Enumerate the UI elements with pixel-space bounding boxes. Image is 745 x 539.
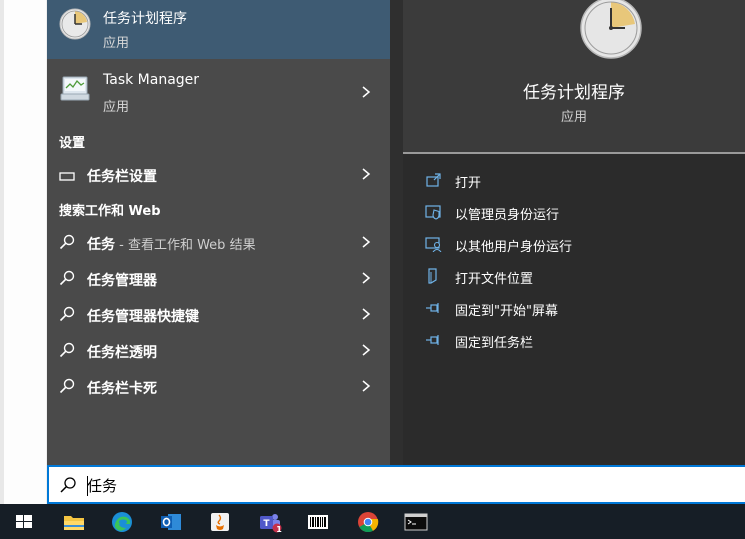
result-task-manager[interactable]: Task Manager 应用: [47, 59, 390, 123]
web-result-item[interactable]: 任务栏透明: [47, 334, 390, 368]
action-run-as-other-user[interactable]: 以其他用户身份运行: [425, 234, 725, 256]
edge-icon: [112, 512, 132, 532]
barcode-app-icon: [308, 515, 328, 529]
outlook-button[interactable]: [147, 504, 195, 539]
taskbar-settings-icon: [59, 168, 75, 181]
details-subtitle: 应用: [560, 110, 587, 125]
start-button[interactable]: [0, 504, 48, 539]
chrome-button[interactable]: [344, 504, 392, 539]
web-result-item[interactable]: 任务 - 查看工作和 Web 结果: [47, 226, 390, 260]
action-open-file-location[interactable]: 打开文件位置: [425, 266, 725, 288]
chevron-right-icon[interactable]: [360, 308, 372, 320]
chevron-right-icon[interactable]: [360, 380, 372, 392]
divider: [403, 152, 745, 154]
search-results-panel: 任务计划程序 应用 Task Manager 应用 设置 任务栏设置 搜索工作和…: [47, 0, 390, 465]
web-result-label: 任务管理器快捷键: [87, 309, 199, 325]
panel-gap: [390, 0, 403, 465]
text-cursor: [87, 476, 88, 496]
web-result-label: 任务栏卡死: [87, 381, 157, 397]
taskbar: T 1: [0, 504, 745, 539]
action-label: 以其他用户身份运行: [455, 240, 573, 255]
edge-button[interactable]: [98, 504, 146, 539]
search-icon: [59, 476, 77, 494]
chevron-right-icon[interactable]: [360, 344, 372, 356]
user-icon: [425, 236, 443, 253]
action-run-as-admin[interactable]: 以管理员身份运行: [425, 202, 725, 224]
search-input[interactable]: [87, 473, 687, 497]
task-scheduler-large-icon: [579, 0, 643, 60]
action-label: 固定到任务栏: [455, 336, 534, 351]
action-pin-to-taskbar[interactable]: 固定到任务栏: [425, 330, 725, 352]
best-match-title: 任务计划程序: [103, 11, 187, 27]
action-label: 以管理员身份运行: [455, 208, 560, 223]
task-manager-icon: [59, 74, 91, 104]
teams-button[interactable]: T 1: [246, 504, 294, 539]
desktop-edge: [0, 0, 4, 504]
action-pin-to-start[interactable]: 固定到"开始"屏幕: [425, 298, 725, 320]
web-result-label: 任务管理器: [87, 273, 157, 289]
file-location-icon: [425, 268, 443, 284]
desktop-background: [0, 0, 46, 504]
details-header: 任务计划程序 应用: [403, 0, 745, 152]
best-match-subtitle: 应用: [103, 36, 130, 51]
web-result-label: 任务栏透明: [87, 345, 157, 361]
pin-icon: [425, 332, 443, 348]
web-result-suffix: - 查看工作和 Web 结果: [115, 238, 256, 253]
app-details-panel: 任务计划程序 应用 打开 以管理员身份运行 以其他用户身份运行 打开文件位置 固…: [403, 0, 745, 465]
outlook-icon: [161, 514, 181, 530]
terminal-icon: [404, 513, 428, 531]
barcode-app-button[interactable]: [294, 504, 342, 539]
start-icon: [16, 515, 32, 528]
search-icon: [59, 270, 75, 286]
search-icon: [59, 234, 75, 250]
action-label: 打开文件位置: [455, 272, 534, 287]
chevron-right-icon[interactable]: [360, 272, 372, 284]
action-open[interactable]: 打开: [425, 170, 725, 192]
action-label: 固定到"开始"屏幕: [455, 304, 558, 319]
search-icon: [59, 306, 75, 322]
search-icon: [59, 378, 75, 394]
file-explorer-icon: [64, 516, 84, 530]
result-title: Task Manager: [103, 72, 200, 88]
terminal-button[interactable]: [392, 504, 440, 539]
chevron-right-icon[interactable]: [360, 86, 372, 98]
open-icon: [425, 172, 443, 188]
task-scheduler-icon: [59, 8, 91, 40]
web-result-item[interactable]: 任务栏卡死: [47, 370, 390, 404]
search-icon: [59, 342, 75, 358]
details-title: 任务计划程序: [523, 83, 625, 103]
java-button[interactable]: [196, 504, 244, 539]
file-explorer-button[interactable]: [50, 504, 98, 539]
chevron-right-icon[interactable]: [360, 168, 372, 180]
web-result-item[interactable]: 任务管理器: [47, 262, 390, 296]
web-search-header: 搜索工作和 Web: [59, 204, 161, 219]
search-box[interactable]: [47, 465, 745, 504]
setting-label: 任务栏设置: [87, 169, 157, 185]
best-match-item[interactable]: 任务计划程序 应用: [47, 0, 390, 59]
web-result-label: 任务: [87, 237, 115, 253]
setting-item-taskbar[interactable]: 任务栏设置: [47, 158, 390, 192]
web-result-item[interactable]: 任务管理器快捷键: [47, 298, 390, 332]
chevron-right-icon[interactable]: [360, 236, 372, 248]
shield-icon: [425, 204, 443, 220]
notification-badge: 1: [276, 525, 282, 534]
pin-icon: [425, 300, 443, 316]
chrome-icon: [358, 512, 379, 533]
java-icon: [211, 513, 229, 531]
result-subtitle: 应用: [103, 100, 130, 115]
action-label: 打开: [455, 176, 482, 191]
svg-text:T: T: [263, 519, 270, 529]
settings-header: 设置: [59, 136, 86, 151]
